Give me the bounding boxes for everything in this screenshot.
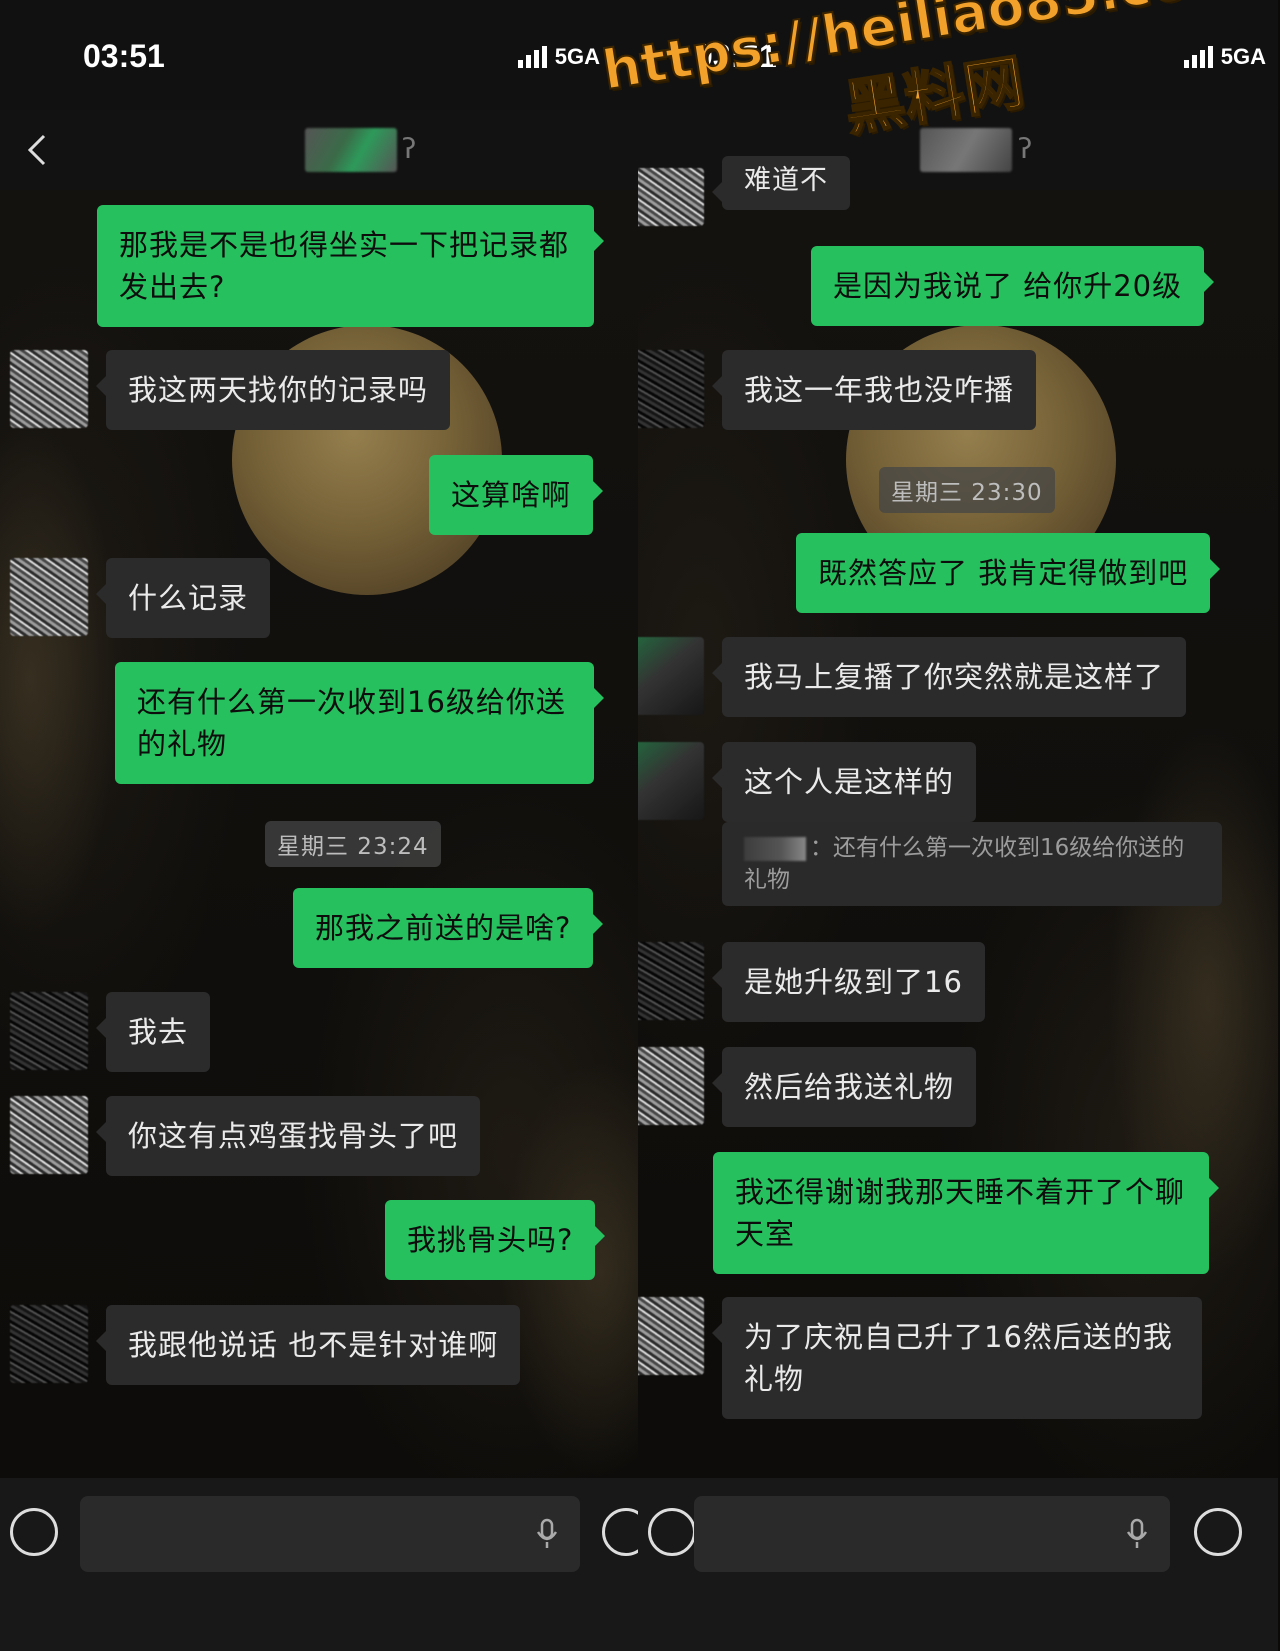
contact-name-redacted bbox=[920, 128, 1012, 172]
quoted-text: ：还有什么第一次收到16级给你送的礼物 bbox=[744, 835, 1185, 893]
contact-avatar[interactable] bbox=[638, 637, 704, 715]
microphone-icon[interactable] bbox=[1126, 1518, 1148, 1550]
message-bubble-out[interactable]: 那我是不是也得坐实一下把记录都发出去? bbox=[97, 205, 604, 327]
contact-avatar[interactable] bbox=[638, 1297, 704, 1375]
contact-avatar[interactable] bbox=[638, 350, 704, 428]
input-bar bbox=[0, 1478, 640, 1651]
reed-background bbox=[0, 420, 120, 940]
message-bubble-in[interactable]: 我这两天找你的记录吗 bbox=[95, 350, 451, 430]
message-bubble-in[interactable]: 我跟他说话 也不是针对谁啊 bbox=[95, 1305, 521, 1385]
contact-avatar[interactable] bbox=[10, 1096, 88, 1174]
message-bubble-out[interactable]: 我还得谢谢我那天睡不着开了个聊天室 bbox=[713, 1152, 1219, 1274]
status-bar: 03:51 5GA bbox=[0, 0, 640, 110]
contact-avatar[interactable] bbox=[10, 558, 88, 636]
emoji-icon[interactable] bbox=[602, 1508, 640, 1556]
earpiece-mode-icon: ʔ bbox=[402, 132, 417, 165]
message-bubble-in[interactable]: 我去 bbox=[95, 992, 211, 1072]
input-bar bbox=[638, 1478, 1278, 1651]
contact-avatar[interactable] bbox=[638, 168, 704, 226]
signal-bars-icon bbox=[517, 46, 547, 68]
quoted-message[interactable]: ：还有什么第一次收到16级给你送的礼物 bbox=[722, 822, 1222, 906]
message-bubble-out[interactable]: 是因为我说了 给你升20级 bbox=[811, 246, 1215, 326]
chat-timestamp: 星期三 23:24 bbox=[265, 821, 441, 867]
contact-avatar[interactable] bbox=[638, 742, 704, 820]
network-type: 5GA bbox=[1220, 44, 1266, 69]
chat-screen-left: 03:51 5GA ʔ 那我是不是也得坐实一下把记录都发出去? 我这两天找你的记… bbox=[0, 0, 640, 1651]
message-input[interactable] bbox=[80, 1496, 580, 1572]
network-type: 5GA bbox=[554, 44, 600, 69]
microphone-icon[interactable] bbox=[536, 1518, 558, 1550]
signal-indicator: 5GA bbox=[1183, 44, 1266, 70]
contact-avatar[interactable] bbox=[638, 1047, 704, 1125]
emoji-icon[interactable] bbox=[1194, 1508, 1242, 1556]
status-bar: 03:51 5GA bbox=[638, 0, 1278, 110]
signal-bars-icon bbox=[1183, 46, 1213, 68]
message-bubble-in[interactable]: 我这一年我也没咋播 bbox=[711, 350, 1037, 430]
contact-avatar[interactable] bbox=[10, 1305, 88, 1383]
message-bubble-in[interactable]: 难道不 bbox=[712, 156, 850, 210]
message-bubble-in[interactable]: 是她升级到了16 bbox=[712, 942, 985, 1022]
message-bubble-in[interactable]: 你这有点鸡蛋找骨头了吧 bbox=[95, 1096, 481, 1176]
message-bubble-out[interactable]: 我挑骨头吗? bbox=[385, 1200, 606, 1280]
message-input[interactable] bbox=[694, 1496, 1170, 1572]
chat-header: ʔ bbox=[0, 110, 640, 190]
contact-avatar[interactable] bbox=[10, 992, 88, 1070]
back-arrow-icon[interactable] bbox=[18, 130, 58, 170]
status-time: 03:51 bbox=[83, 38, 165, 74]
message-bubble-in[interactable]: 这个人是这样的 bbox=[711, 742, 977, 822]
quoted-sender-redacted bbox=[744, 836, 806, 861]
message-bubble-out[interactable]: 还有什么第一次收到16级给你送的礼物 bbox=[115, 662, 604, 784]
voice-input-icon[interactable] bbox=[10, 1508, 58, 1556]
message-bubble-in[interactable]: 为了庆祝自己升了16然后送的我礼物 bbox=[712, 1297, 1202, 1419]
chat-timestamp: 星期三 23:30 bbox=[879, 467, 1055, 513]
contact-name-redacted bbox=[305, 128, 397, 172]
contact-avatar[interactable] bbox=[638, 942, 704, 1020]
chat-screen-right: 03:51 5GA ʔ 难道不 是因为我说了 给你升20级 我这一年我也没咋播 … bbox=[638, 0, 1278, 1651]
signal-indicator: 5GA bbox=[517, 44, 600, 70]
message-bubble-in[interactable]: 然后给我送礼物 bbox=[711, 1047, 977, 1127]
message-bubble-out[interactable]: 既然答应了 我肯定得做到吧 bbox=[796, 533, 1221, 613]
message-bubble-in[interactable]: 我马上复播了你突然就是这样了 bbox=[711, 637, 1187, 717]
earpiece-mode-icon: ʔ bbox=[1018, 132, 1033, 165]
status-time: 03:51 bbox=[695, 38, 777, 74]
message-bubble-out[interactable]: 这算啥啊 bbox=[429, 455, 604, 535]
message-bubble-in[interactable]: 什么记录 bbox=[95, 558, 271, 638]
contact-avatar[interactable] bbox=[10, 350, 88, 428]
message-bubble-out[interactable]: 那我之前送的是啥? bbox=[293, 888, 604, 968]
voice-input-icon[interactable] bbox=[648, 1508, 696, 1556]
